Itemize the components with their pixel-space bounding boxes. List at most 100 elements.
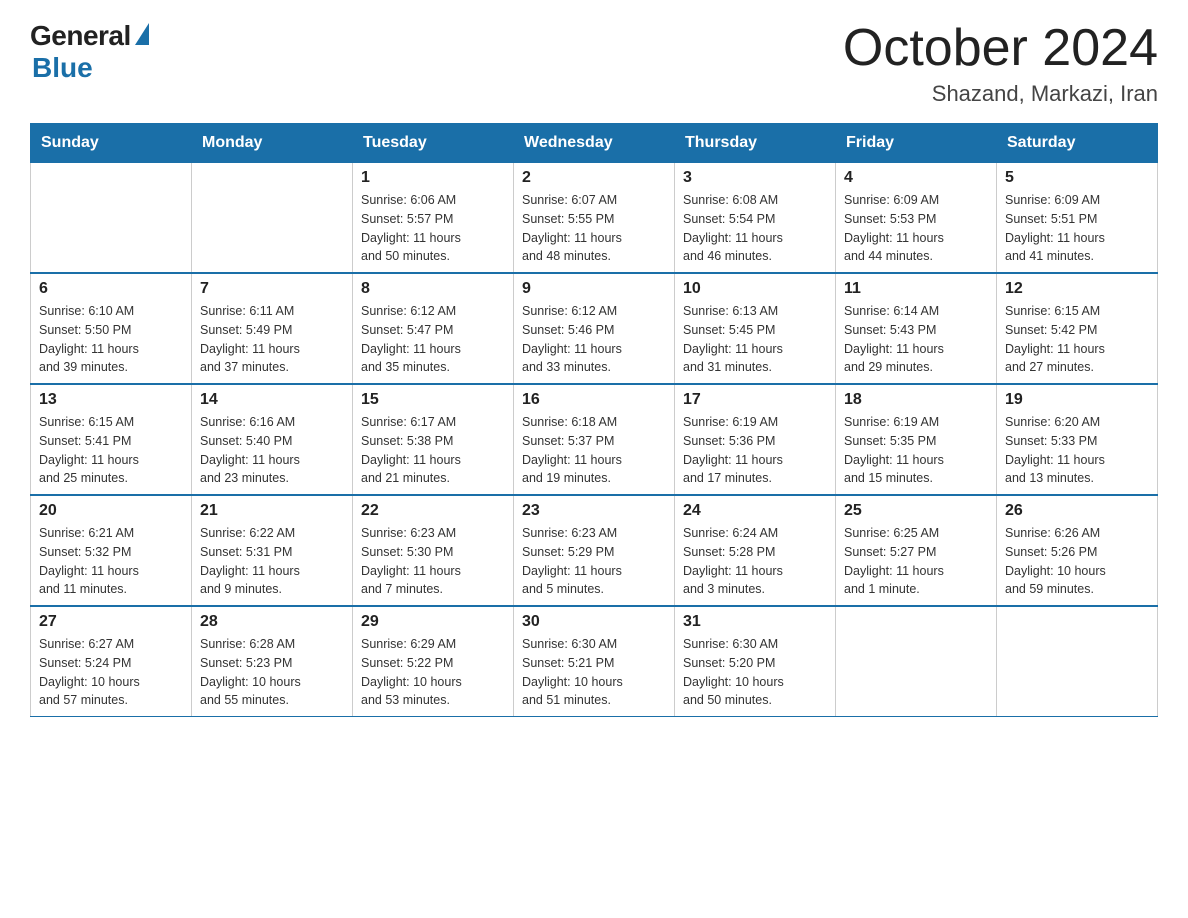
day-number: 29 (361, 613, 505, 631)
calendar-cell: 6Sunrise: 6:10 AM Sunset: 5:50 PM Daylig… (31, 273, 192, 384)
day-info: Sunrise: 6:22 AM Sunset: 5:31 PM Dayligh… (200, 524, 344, 599)
weekday-header-sunday: Sunday (31, 124, 192, 163)
title-block: October 2024 Shazand, Markazi, Iran (843, 20, 1158, 107)
day-info: Sunrise: 6:27 AM Sunset: 5:24 PM Dayligh… (39, 635, 183, 710)
day-number: 2 (522, 169, 666, 187)
calendar-cell: 13 Sunrise: 6:15 AM Sunset: 5:41 PM Dayli… (31, 384, 192, 495)
day-number: 10 (683, 280, 827, 298)
day-info: Sunrise: 6:09 AM Sunset: 5:51 PM Dayligh… (1005, 191, 1149, 266)
day-number: 13 (39, 391, 183, 409)
day-info: Sunrise: 6:20 AM Sunset: 5:33 PM Dayligh… (1005, 413, 1149, 488)
day-number: 21 (200, 502, 344, 520)
calendar-cell: 15Sunrise: 6:17 AM Sunset: 5:38 PM Dayli… (353, 384, 514, 495)
day-number: 19 (1005, 391, 1149, 409)
day-number: 1 (361, 169, 505, 187)
day-number: 31 (683, 613, 827, 631)
calendar-week-row: 20 Sunrise: 6:21 AM Sunset: 5:32 PM Dayli… (31, 495, 1158, 606)
calendar-cell: 12 Sunrise: 6:15 AM Sunset: 5:42 PM Dayli… (997, 273, 1158, 384)
calendar-cell: 29 Sunrise: 6:29 AM Sunset: 5:22 PM Dayli… (353, 606, 514, 717)
calendar-cell: 26 Sunrise: 6:26 AM Sunset: 5:26 PM Dayli… (997, 495, 1158, 606)
logo-triangle-icon (135, 23, 149, 45)
calendar-cell: 28Sunrise: 6:28 AM Sunset: 5:23 PM Dayli… (192, 606, 353, 717)
weekday-header-friday: Friday (836, 124, 997, 163)
day-info: Sunrise: 6:25 AM Sunset: 5:27 PM Dayligh… (844, 524, 988, 599)
calendar-table: SundayMondayTuesdayWednesdayThursdayFrid… (30, 123, 1158, 717)
day-info: Sunrise: 6:13 AM Sunset: 5:45 PM Dayligh… (683, 302, 827, 377)
calendar-cell: 17Sunrise: 6:19 AM Sunset: 5:36 PM Dayli… (675, 384, 836, 495)
calendar-cell (836, 606, 997, 717)
calendar-cell: 27 Sunrise: 6:27 AM Sunset: 5:24 PM Dayli… (31, 606, 192, 717)
day-info: Sunrise: 6:23 AM Sunset: 5:29 PM Dayligh… (522, 524, 666, 599)
day-info: Sunrise: 6:29 AM Sunset: 5:22 PM Dayligh… (361, 635, 505, 710)
day-number: 23 (522, 502, 666, 520)
day-info: Sunrise: 6:18 AM Sunset: 5:37 PM Dayligh… (522, 413, 666, 488)
calendar-cell: 22 Sunrise: 6:23 AM Sunset: 5:30 PM Dayli… (353, 495, 514, 606)
calendar-cell (31, 163, 192, 274)
calendar-cell: 8Sunrise: 6:12 AM Sunset: 5:47 PM Daylig… (353, 273, 514, 384)
calendar-week-row: 13 Sunrise: 6:15 AM Sunset: 5:41 PM Dayli… (31, 384, 1158, 495)
day-number: 22 (361, 502, 505, 520)
day-info: Sunrise: 6:14 AM Sunset: 5:43 PM Dayligh… (844, 302, 988, 377)
weekday-header-tuesday: Tuesday (353, 124, 514, 163)
day-number: 27 (39, 613, 183, 631)
calendar-cell: 18 Sunrise: 6:19 AM Sunset: 5:35 PM Dayli… (836, 384, 997, 495)
day-info: Sunrise: 6:24 AM Sunset: 5:28 PM Dayligh… (683, 524, 827, 599)
calendar-cell: 30 Sunrise: 6:30 AM Sunset: 5:21 PM Dayli… (514, 606, 675, 717)
day-info: Sunrise: 6:17 AM Sunset: 5:38 PM Dayligh… (361, 413, 505, 488)
day-info: Sunrise: 6:16 AM Sunset: 5:40 PM Dayligh… (200, 413, 344, 488)
day-info: Sunrise: 6:08 AM Sunset: 5:54 PM Dayligh… (683, 191, 827, 266)
weekday-header-thursday: Thursday (675, 124, 836, 163)
day-number: 20 (39, 502, 183, 520)
day-number: 4 (844, 169, 988, 187)
logo-blue-text: Blue (32, 52, 93, 84)
day-number: 26 (1005, 502, 1149, 520)
calendar-cell: 5 Sunrise: 6:09 AM Sunset: 5:51 PM Daylig… (997, 163, 1158, 274)
calendar-week-row: 6Sunrise: 6:10 AM Sunset: 5:50 PM Daylig… (31, 273, 1158, 384)
day-info: Sunrise: 6:30 AM Sunset: 5:20 PM Dayligh… (683, 635, 827, 710)
day-number: 30 (522, 613, 666, 631)
weekday-header-wednesday: Wednesday (514, 124, 675, 163)
day-info: Sunrise: 6:09 AM Sunset: 5:53 PM Dayligh… (844, 191, 988, 266)
calendar-cell: 31 Sunrise: 6:30 AM Sunset: 5:20 PM Dayli… (675, 606, 836, 717)
day-info: Sunrise: 6:11 AM Sunset: 5:49 PM Dayligh… (200, 302, 344, 377)
calendar-cell: 16 Sunrise: 6:18 AM Sunset: 5:37 PM Dayli… (514, 384, 675, 495)
logo: General Blue (30, 20, 149, 84)
day-number: 7 (200, 280, 344, 298)
day-info: Sunrise: 6:12 AM Sunset: 5:47 PM Dayligh… (361, 302, 505, 377)
calendar-cell: 4 Sunrise: 6:09 AM Sunset: 5:53 PM Daylig… (836, 163, 997, 274)
day-number: 3 (683, 169, 827, 187)
calendar-cell: 20 Sunrise: 6:21 AM Sunset: 5:32 PM Dayli… (31, 495, 192, 606)
day-number: 16 (522, 391, 666, 409)
day-number: 25 (844, 502, 988, 520)
day-info: Sunrise: 6:12 AM Sunset: 5:46 PM Dayligh… (522, 302, 666, 377)
calendar-cell: 9Sunrise: 6:12 AM Sunset: 5:46 PM Daylig… (514, 273, 675, 384)
day-info: Sunrise: 6:30 AM Sunset: 5:21 PM Dayligh… (522, 635, 666, 710)
day-number: 11 (844, 280, 988, 298)
logo-general-text: General (30, 20, 131, 52)
calendar-header-row: SundayMondayTuesdayWednesdayThursdayFrid… (31, 124, 1158, 163)
day-info: Sunrise: 6:21 AM Sunset: 5:32 PM Dayligh… (39, 524, 183, 599)
calendar-cell: 14Sunrise: 6:16 AM Sunset: 5:40 PM Dayli… (192, 384, 353, 495)
day-info: Sunrise: 6:19 AM Sunset: 5:35 PM Dayligh… (844, 413, 988, 488)
day-info: Sunrise: 6:26 AM Sunset: 5:26 PM Dayligh… (1005, 524, 1149, 599)
day-info: Sunrise: 6:07 AM Sunset: 5:55 PM Dayligh… (522, 191, 666, 266)
calendar-cell: 1Sunrise: 6:06 AM Sunset: 5:57 PM Daylig… (353, 163, 514, 274)
calendar-cell: 19 Sunrise: 6:20 AM Sunset: 5:33 PM Dayli… (997, 384, 1158, 495)
day-info: Sunrise: 6:15 AM Sunset: 5:42 PM Dayligh… (1005, 302, 1149, 377)
calendar-cell: 24 Sunrise: 6:24 AM Sunset: 5:28 PM Dayli… (675, 495, 836, 606)
calendar-cell: 25 Sunrise: 6:25 AM Sunset: 5:27 PM Dayli… (836, 495, 997, 606)
weekday-header-saturday: Saturday (997, 124, 1158, 163)
calendar-week-row: 27 Sunrise: 6:27 AM Sunset: 5:24 PM Dayli… (31, 606, 1158, 717)
day-number: 12 (1005, 280, 1149, 298)
day-number: 5 (1005, 169, 1149, 187)
calendar-week-row: 1Sunrise: 6:06 AM Sunset: 5:57 PM Daylig… (31, 163, 1158, 274)
day-number: 18 (844, 391, 988, 409)
day-info: Sunrise: 6:23 AM Sunset: 5:30 PM Dayligh… (361, 524, 505, 599)
day-info: Sunrise: 6:15 AM Sunset: 5:41 PM Dayligh… (39, 413, 183, 488)
day-info: Sunrise: 6:10 AM Sunset: 5:50 PM Dayligh… (39, 302, 183, 377)
day-info: Sunrise: 6:19 AM Sunset: 5:36 PM Dayligh… (683, 413, 827, 488)
calendar-cell (192, 163, 353, 274)
month-title: October 2024 (843, 20, 1158, 77)
day-number: 24 (683, 502, 827, 520)
calendar-cell: 10 Sunrise: 6:13 AM Sunset: 5:45 PM Dayli… (675, 273, 836, 384)
